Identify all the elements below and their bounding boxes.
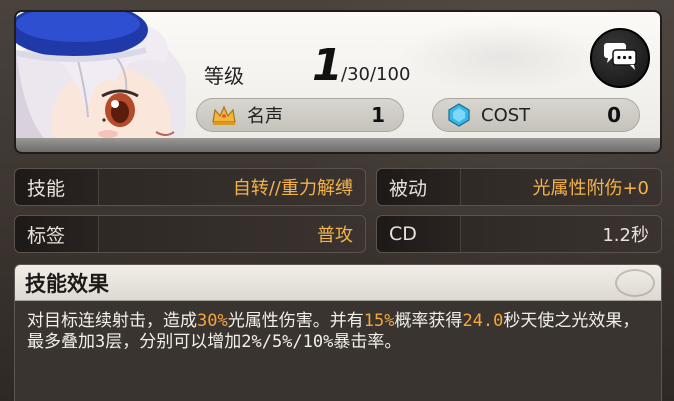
chat-button[interactable] (590, 28, 650, 88)
ornament-icon (615, 269, 655, 297)
skill-effect-description: 对目标连续射击，造成30%光属性伤害。并有15%概率获得24.0秒天使之光效果，… (15, 301, 661, 363)
level-max: /30/100 (341, 64, 411, 85)
effect-highlight: 15% (363, 311, 395, 331)
passive-value: 光属性附伤+0 (532, 178, 649, 199)
tag-row: 标签 普攻 (14, 215, 366, 253)
crown-icon (211, 104, 237, 126)
effect-text: 概率获得 (394, 311, 463, 331)
effect-highlight: 24.0 (462, 311, 504, 331)
card-footer-bar (14, 138, 662, 154)
skill-label: 技能 (15, 169, 99, 205)
skill-effect-title: 技能效果 (15, 265, 661, 301)
gem-icon (447, 103, 471, 127)
card-decoration (370, 12, 590, 102)
level-value: 1 (312, 40, 343, 91)
cd-row: CD 1.2秒 (376, 215, 662, 253)
fame-value: 1 (371, 103, 385, 127)
cd-label: CD (377, 216, 461, 252)
fame-pill: 名声 1 (196, 98, 404, 132)
cost-value: 0 (607, 103, 621, 127)
character-card: 等级 1 /30/100 名声 1 COST 0 (14, 10, 662, 150)
cost-label: COST (481, 104, 531, 126)
effect-highlight: 30% (197, 311, 228, 331)
passive-row: 被动 光属性附伤+0 (376, 168, 662, 206)
cd-value: 1.2秒 (602, 225, 649, 246)
effect-text: 对目标连续射击，造成 (27, 311, 197, 331)
tag-value: 普攻 (317, 225, 353, 246)
skill-effect-panel: 技能效果 对目标连续射击，造成30%光属性伤害。并有15%概率获得24.0秒天使… (14, 264, 662, 401)
tag-label: 标签 (15, 216, 99, 252)
effect-text: 光属性伤害。并有 (227, 311, 364, 331)
skill-row: 技能 自转//重力解缚 (14, 168, 366, 206)
chat-bubbles-icon (602, 41, 638, 75)
cost-pill: COST 0 (432, 98, 640, 132)
level-label: 等级 (204, 64, 244, 88)
skill-value[interactable]: 自转//重力解缚 (99, 174, 365, 200)
passive-label: 被动 (377, 169, 461, 205)
fame-label: 名声 (247, 106, 283, 127)
character-portrait (16, 12, 186, 148)
